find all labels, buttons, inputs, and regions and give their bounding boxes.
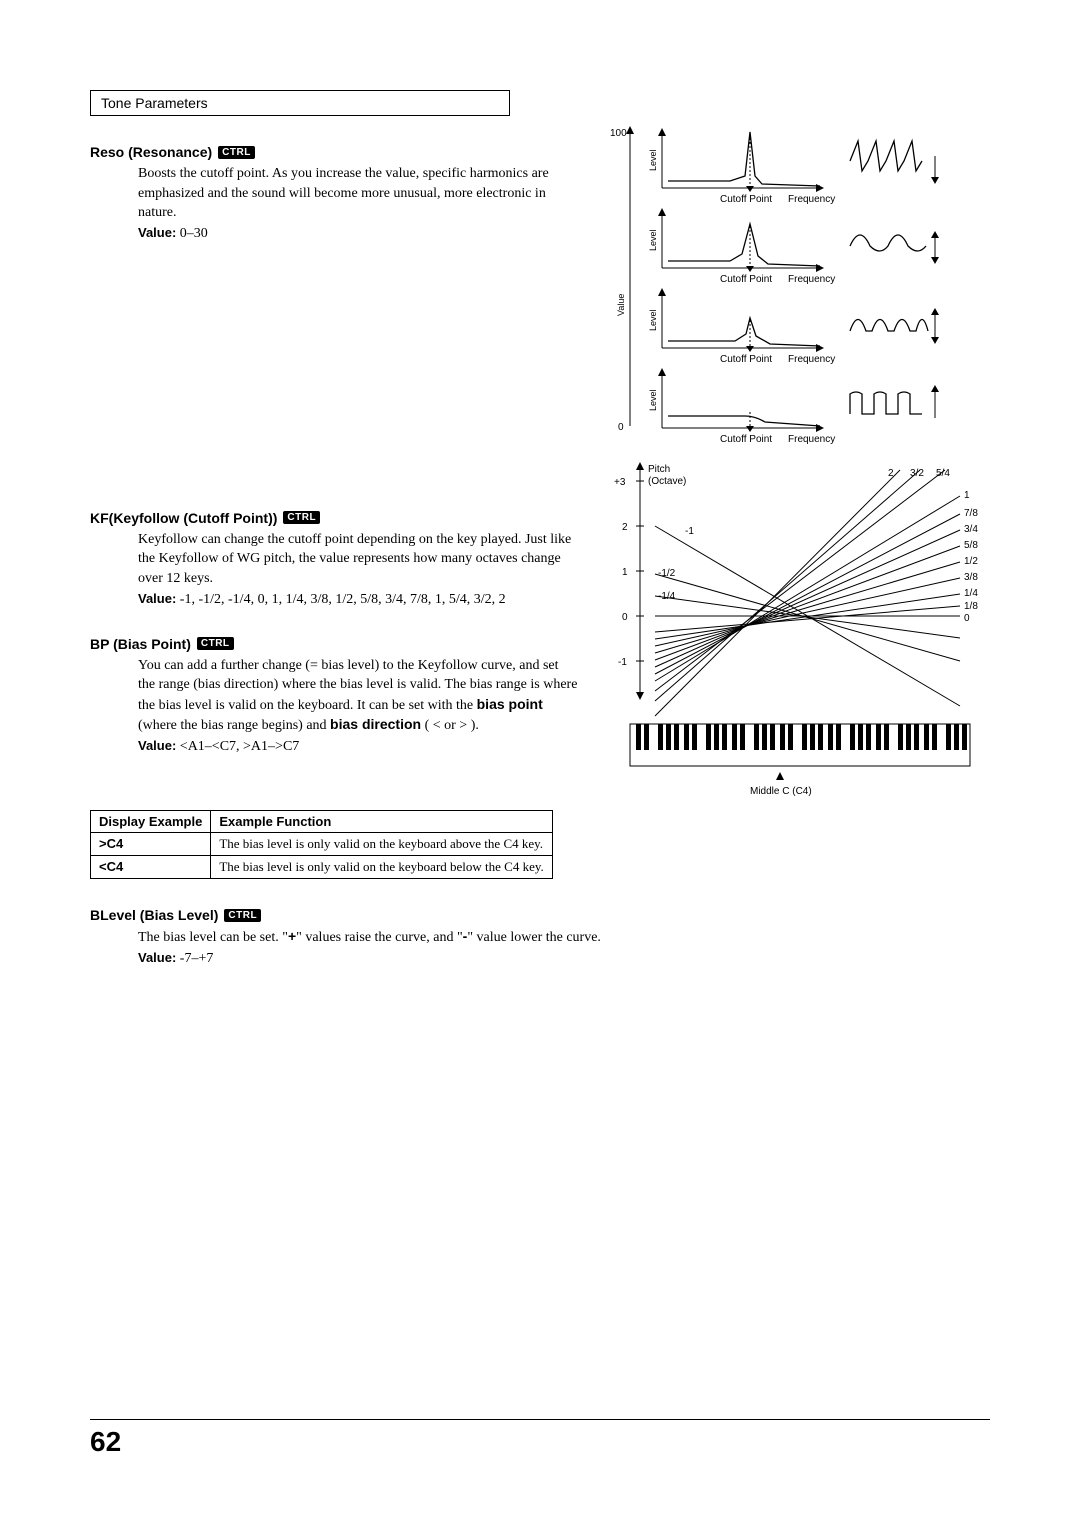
- svg-text:Cutoff Point: Cutoff Point: [720, 354, 772, 365]
- svg-text:Cutoff Point: Cutoff Point: [720, 274, 772, 285]
- ctrl-badge-icon: CTRL: [218, 146, 255, 159]
- page-header-box: Tone Parameters: [90, 90, 510, 116]
- bp-body: You can add a further change (= bias lev…: [138, 656, 578, 736]
- bp-bold2: bias direction: [330, 716, 421, 732]
- ctrl-badge-icon: CTRL: [197, 637, 234, 650]
- blevel-body3: " value lower the curve.: [467, 930, 601, 945]
- svg-text:-1/4: -1/4: [658, 591, 676, 602]
- svg-text:3/8: 3/8: [964, 572, 978, 583]
- reso-subplot-3: Level Cutoff Point Frequency: [648, 208, 939, 285]
- svg-text:Level: Level: [648, 149, 658, 171]
- blevel-value-text: -7–+7: [180, 951, 214, 966]
- blevel-heading: BLevel (Bias Level) CTRL: [90, 907, 990, 923]
- svg-text:Frequency: Frequency: [788, 354, 835, 365]
- kf-heading: KF(Keyfollow (Cutoff Point)) CTRL: [90, 510, 580, 526]
- svg-text:0: 0: [964, 613, 970, 624]
- ctrl-badge-icon: CTRL: [224, 909, 261, 922]
- page-header-title: Tone Parameters: [101, 95, 208, 111]
- blevel-body: The bias level can be set. "+" values ra…: [138, 927, 838, 948]
- ctrl-badge-icon: CTRL: [283, 511, 320, 524]
- svg-text:1/4: 1/4: [964, 588, 978, 599]
- blevel-value-label: Value:: [138, 950, 176, 965]
- svg-text:-1: -1: [618, 657, 627, 668]
- svg-text:7/8: 7/8: [964, 508, 978, 519]
- reso-subplot-1: Level Cutoff Point Frequency: [648, 368, 939, 445]
- kf-value-text: -1, -1/2, -1/4, 0, 1, 1/4, 3/8, 1/2, 5/8…: [180, 592, 506, 607]
- svg-text:1/2: 1/2: [964, 556, 978, 567]
- bp-bold1: bias point: [477, 696, 543, 712]
- svg-text:Cutoff Point: Cutoff Point: [720, 434, 772, 445]
- svg-text:-1/2: -1/2: [658, 568, 676, 579]
- svg-text:3/4: 3/4: [964, 524, 978, 535]
- svg-text:1: 1: [622, 567, 628, 578]
- reso-heading: Reso (Resonance) CTRL: [90, 144, 580, 160]
- table-cell: >C4: [91, 833, 211, 856]
- table-cell: The bias level is only valid on the keyb…: [211, 856, 552, 879]
- middle-c-label: Middle C (C4): [750, 786, 812, 796]
- bp-body3: ( < or > ).: [421, 718, 479, 733]
- blevel-heading-text: BLevel (Bias Level): [90, 907, 218, 923]
- svg-text:3/2: 3/2: [910, 468, 924, 479]
- svg-text:5/4: 5/4: [936, 468, 950, 479]
- table-header-1: Display Example: [91, 811, 211, 833]
- svg-text:Frequency: Frequency: [788, 434, 835, 445]
- kf-value-label: Value:: [138, 591, 176, 606]
- svg-text:1/8: 1/8: [964, 601, 978, 612]
- svg-text:1: 1: [964, 490, 970, 501]
- svg-text:Pitch: Pitch: [648, 464, 670, 475]
- bp-value-label: Value:: [138, 738, 176, 753]
- reso-subplot-2: Level Cutoff Point Frequency: [648, 288, 939, 365]
- reso-value-label: Value:: [138, 225, 176, 240]
- bp-heading-text: BP (Bias Point): [90, 636, 191, 652]
- reso-heading-text: Reso (Resonance): [90, 144, 212, 160]
- svg-text:Level: Level: [648, 229, 658, 251]
- reso-subplot-4: Level Cutoff Point Frequency: [648, 128, 939, 205]
- svg-text:5/8: 5/8: [964, 540, 978, 551]
- blevel-bold1: +: [288, 928, 296, 944]
- kf-body: Keyfollow can change the cutoff point de…: [138, 530, 578, 589]
- bp-body2: (where the bias range begins) and: [138, 718, 330, 733]
- bias-table: Display Example Example Function >C4 The…: [90, 810, 990, 879]
- svg-text:Level: Level: [648, 309, 658, 331]
- svg-text:Cutoff Point: Cutoff Point: [720, 194, 772, 205]
- blevel-body1: The bias level can be set. ": [138, 930, 288, 945]
- resonance-chart: 100 0 Value Level Cutoff Point Frequency: [600, 116, 1000, 446]
- keyfollow-chart: Pitch (Octave) +3 2 1 0 -1: [600, 456, 1000, 796]
- blevel-value: Value: -7–+7: [138, 950, 990, 967]
- table-row: >C4 The bias level is only valid on the …: [91, 833, 553, 856]
- reso-value-text: 0–30: [180, 226, 208, 241]
- svg-text:Level: Level: [648, 389, 658, 411]
- reso-yaxis: Value: [616, 294, 626, 316]
- svg-text:-1: -1: [685, 526, 694, 537]
- table-header-2: Example Function: [211, 811, 552, 833]
- page-number: 62: [90, 1419, 990, 1458]
- svg-text:Frequency: Frequency: [788, 194, 835, 205]
- svg-text:(Octave): (Octave): [648, 476, 686, 487]
- table-cell: The bias level is only valid on the keyb…: [211, 833, 552, 856]
- svg-text:Frequency: Frequency: [788, 274, 835, 285]
- bp-value: Value: <A1–<C7, >A1–>C7: [138, 738, 580, 755]
- reso-value: Value: 0–30: [138, 225, 580, 242]
- blevel-body2: " values raise the curve, and ": [296, 930, 463, 945]
- kf-value: Value: -1, -1/2, -1/4, 0, 1, 1/4, 3/8, 1…: [138, 591, 580, 608]
- svg-text:2: 2: [888, 468, 894, 479]
- svg-text:+3: +3: [614, 477, 626, 488]
- table-cell: <C4: [91, 856, 211, 879]
- svg-text:0: 0: [622, 612, 628, 623]
- svg-text:2: 2: [622, 522, 628, 533]
- table-row: <C4 The bias level is only valid on the …: [91, 856, 553, 879]
- kf-heading-text: KF(Keyfollow (Cutoff Point)): [90, 510, 277, 526]
- reso-body: Boosts the cutoff point. As you increase…: [138, 164, 578, 223]
- reso-ymin: 0: [618, 422, 624, 433]
- bp-heading: BP (Bias Point) CTRL: [90, 636, 580, 652]
- reso-ymax: 100: [610, 128, 627, 139]
- bp-value-text: <A1–<C7, >A1–>C7: [180, 739, 299, 754]
